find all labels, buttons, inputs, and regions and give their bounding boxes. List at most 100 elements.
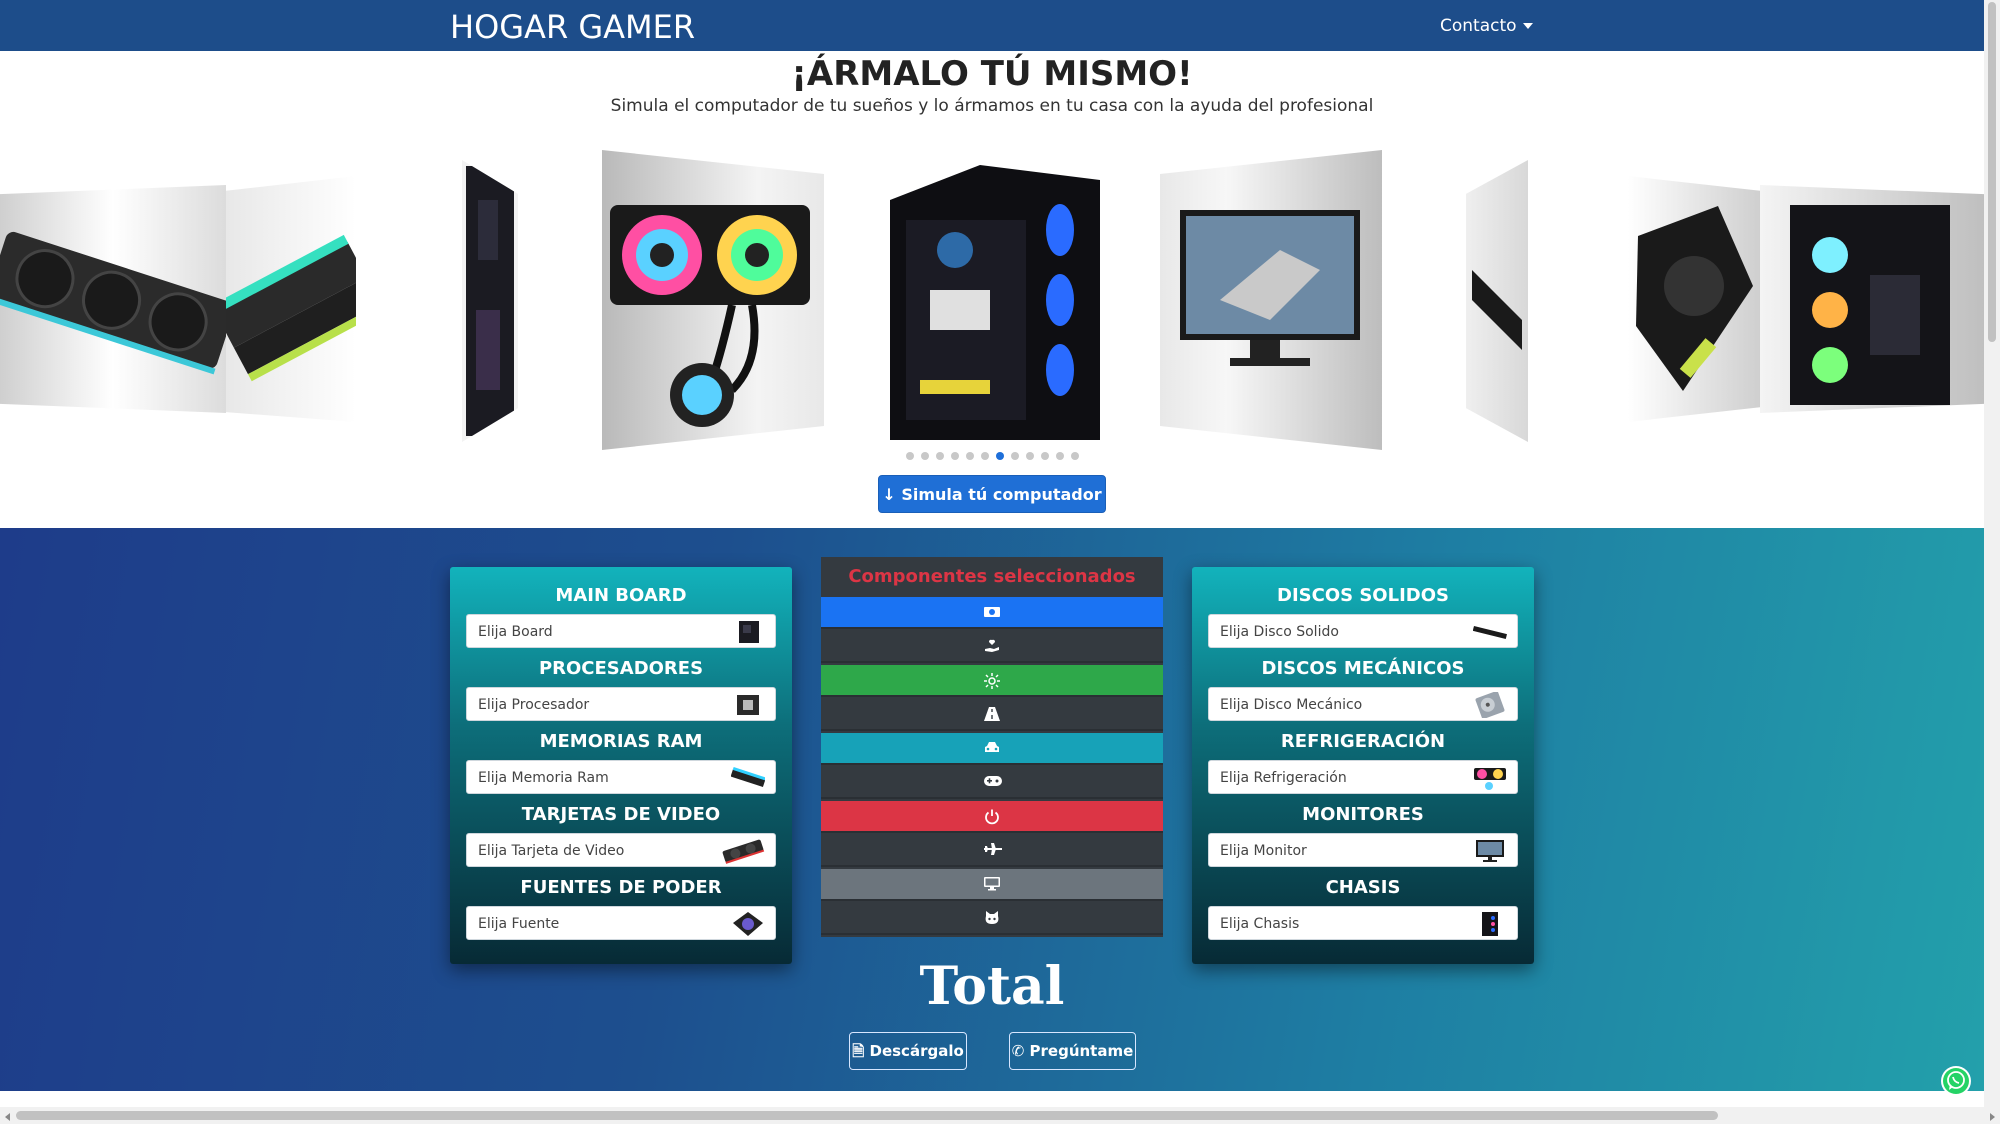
carousel-dot[interactable] [980, 452, 989, 460]
select-video-card-placeholder: Elija Tarjeta de Video [478, 843, 625, 859]
gpu-icon [722, 839, 765, 864]
power-icon [985, 809, 999, 825]
hand-heart-icon [985, 639, 999, 652]
whatsapp-icon: ✆ [1011, 1042, 1025, 1060]
motherboard-icon [739, 621, 759, 643]
builder-section: MAIN BOARD Elija Board PROCESADORES Elij… [0, 528, 1984, 1091]
simulate-label: Simula tú computador [901, 485, 1102, 504]
select-processor-placeholder: Elija Procesador [478, 697, 590, 713]
carousel-slide-power-supply[interactable] [1628, 176, 1760, 422]
whatsapp-float-button[interactable] [1941, 1066, 1971, 1096]
select-power-supply[interactable]: Elija Fuente [466, 906, 776, 940]
select-chassis[interactable]: Elija Chasis [1208, 906, 1518, 940]
contact-dropdown[interactable]: Contacto [1440, 16, 1533, 36]
carousel-dot[interactable] [995, 452, 1004, 460]
ask-whatsapp-button[interactable]: ✆ Pregúntame [1009, 1032, 1136, 1070]
carousel-dot[interactable] [950, 452, 959, 460]
money-icon [984, 607, 1000, 617]
selected-row-desktop [821, 869, 1163, 901]
pc-case-image [890, 165, 1100, 440]
carousel-indicators [0, 452, 1984, 460]
select-ram-placeholder: Elija Memoria Ram [478, 770, 609, 786]
page-title: ¡ÁRMALO TÚ MISMO! [791, 54, 1193, 94]
section-title-main-board: MAIN BOARD [555, 585, 687, 606]
select-ssd[interactable]: Elija Disco Solido [1208, 614, 1518, 648]
selected-components-panel: Componentes seleccionados [821, 557, 1163, 937]
pc-case-2-image [1790, 205, 1950, 405]
selected-row-github [821, 903, 1163, 935]
carousel-dot[interactable] [935, 452, 944, 460]
carousel-dot[interactable] [1040, 452, 1049, 460]
carousel-slide-ram[interactable] [226, 176, 356, 422]
simulate-button[interactable]: ↓ Simula tú computador ↓ [878, 475, 1106, 542]
vertical-scrollbar-thumb[interactable] [1988, 2, 1996, 342]
vertical-scrollbar[interactable] [1984, 0, 2000, 1107]
arrow-down-icon: ↓ [882, 485, 902, 504]
road-icon [984, 707, 1000, 721]
selected-row-sun [821, 665, 1163, 697]
horizontal-scrollbar-thumb[interactable] [16, 1111, 1718, 1120]
scroll-left-icon[interactable] [5, 1113, 10, 1121]
section-title-ssd: DISCOS SOLIDOS [1277, 585, 1449, 606]
ram-image [226, 234, 356, 382]
download-label: Descárgalo [869, 1042, 964, 1060]
chevron-down-icon [1522, 23, 1533, 29]
section-title-monitors: MONITORES [1302, 804, 1424, 825]
carousel-slide-ssd[interactable] [1466, 160, 1528, 442]
carousel-slide-motherboard[interactable] [462, 160, 518, 442]
product-carousel[interactable] [0, 140, 1984, 460]
carousel-dot[interactable] [920, 452, 929, 460]
download-button[interactable]: 🗎 Descárgalo [849, 1032, 967, 1070]
brand-logo-text[interactable]: HOGAR GAMER [450, 8, 695, 46]
selected-row-plane [821, 835, 1163, 867]
carousel-dot[interactable] [1025, 452, 1034, 460]
carousel-dot[interactable] [905, 452, 914, 460]
section-title-chassis: CHASIS [1325, 877, 1401, 898]
carousel-slide-graphics-card[interactable] [0, 185, 226, 413]
ssd-icon [1473, 625, 1507, 640]
selected-row-car [821, 733, 1163, 765]
power-supply-image [1636, 206, 1753, 391]
carousel-dot[interactable] [1010, 452, 1019, 460]
horizontal-scrollbar[interactable] [0, 1107, 2000, 1124]
carousel-slide-pc-case-2[interactable] [1760, 185, 1984, 413]
select-monitor[interactable]: Elija Monitor [1208, 833, 1518, 867]
select-board[interactable]: Elija Board [466, 614, 776, 648]
select-power-supply-placeholder: Elija Fuente [478, 916, 560, 932]
file-pdf-icon: 🗎 [852, 1042, 865, 1060]
select-processor[interactable]: Elija Procesador [466, 687, 776, 721]
contact-label: Contacto [1440, 16, 1517, 36]
carousel-slide-pc-case[interactable] [860, 140, 1124, 458]
select-board-placeholder: Elija Board [478, 624, 553, 640]
components-card-left: MAIN BOARD Elija Board PROCESADORES Elij… [450, 567, 792, 964]
ssd-image [1472, 270, 1522, 350]
page-subtitle: Simula el computador de tu sueños y lo á… [610, 96, 1374, 116]
carousel-dot[interactable] [1070, 452, 1079, 460]
select-monitor-placeholder: Elija Monitor [1220, 843, 1307, 859]
carousel-slide-liquid-cooler[interactable] [602, 150, 824, 450]
total-label: Total [919, 956, 1065, 1017]
selected-row-gamepad [821, 767, 1163, 799]
hdd-icon [1475, 692, 1505, 718]
carousel-dot[interactable] [1055, 452, 1064, 460]
selected-row-road [821, 699, 1163, 731]
section-title-cooling: REFRIGERACIÓN [1280, 731, 1446, 752]
scroll-right-icon[interactable] [1990, 1113, 1995, 1121]
select-video-card[interactable]: Elija Tarjeta de Video [466, 833, 776, 867]
ask-label: Pregúntame [1029, 1042, 1134, 1060]
github-icon [985, 911, 999, 924]
carousel-dot[interactable] [965, 452, 974, 460]
graphics-card-image [0, 231, 226, 375]
section-title-hdd: DISCOS MECÁNICOS [1261, 658, 1465, 679]
select-ram[interactable]: Elija Memoria Ram [466, 760, 776, 794]
liquid-cooler-image [610, 205, 810, 427]
section-title-power-supplies: FUENTES DE PODER [520, 877, 722, 898]
ram-icon [731, 767, 765, 788]
select-cooling[interactable]: Elija Refrigeración [1208, 760, 1518, 794]
carousel-slide-monitor[interactable] [1160, 150, 1382, 450]
select-ssd-placeholder: Elija Disco Solido [1220, 624, 1339, 640]
select-hdd[interactable]: Elija Disco Mecánico [1208, 687, 1518, 721]
monitor-image [1180, 210, 1360, 366]
psu-icon [733, 912, 763, 936]
section-title-ram: MEMORIAS RAM [539, 731, 703, 752]
